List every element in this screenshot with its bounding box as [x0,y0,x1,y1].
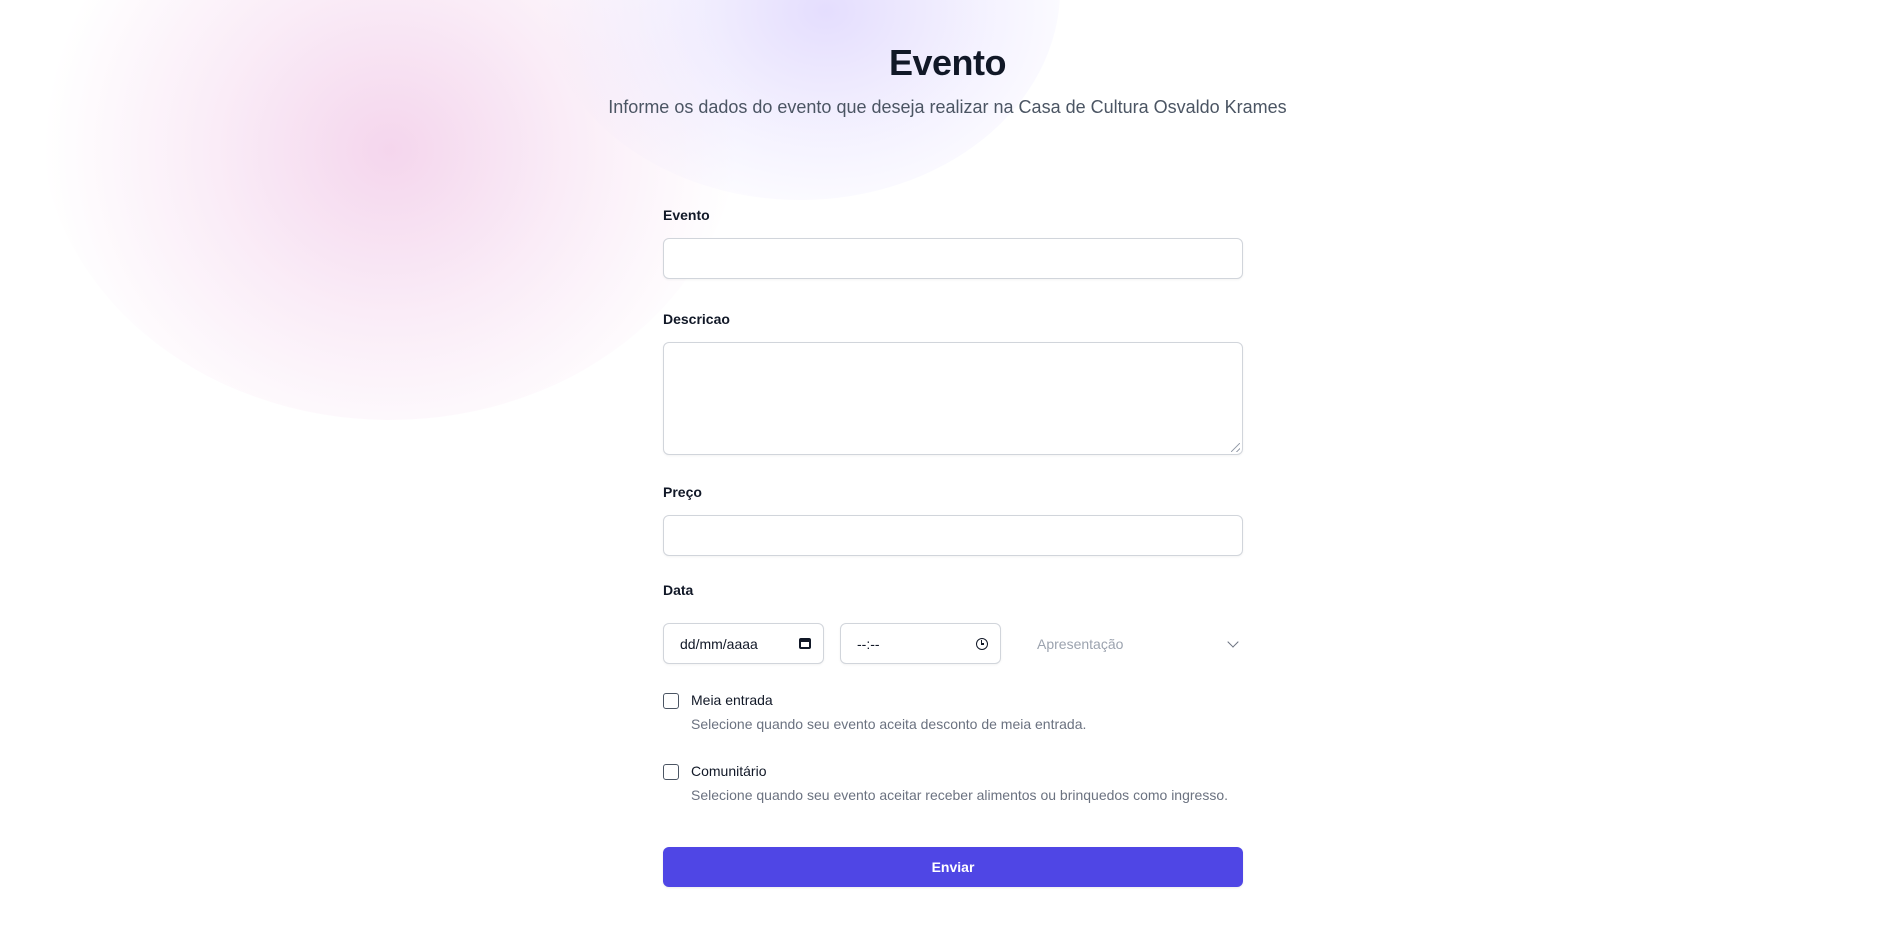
preco-input[interactable] [663,515,1243,556]
time-input[interactable]: --:-- [840,623,1001,664]
meia-entrada-label[interactable]: Meia entrada [691,690,1086,710]
page-header: Evento Informe os dados do evento que de… [0,38,1895,120]
event-form: Evento Descricao Preço Data dd/mm/aaaa -… [663,205,1243,887]
date-input[interactable]: dd/mm/aaaa [663,623,824,664]
descricao-textarea[interactable] [663,342,1243,455]
select-placeholder: Apresentação [1037,635,1124,652]
comunitario-option: Comunitário Selecione quando seu evento … [663,761,1243,805]
apresentacao-select[interactable]: Apresentação [1017,623,1243,664]
meia-entrada-text: Meia entrada Selecione quando seu evento… [691,690,1086,734]
data-row: dd/mm/aaaa --:-- Apresentação [663,623,1243,664]
page-subtitle: Informe os dados do evento que deseja re… [608,97,1287,117]
clock-icon[interactable] [976,637,988,650]
descricao-label: Descricao [663,311,730,327]
descricao-field: Descricao [663,309,1243,455]
meia-entrada-help: Selecione quando seu evento aceita desco… [691,716,1087,732]
preco-field: Preço [663,482,1243,556]
preco-label: Preço [663,484,702,500]
comunitario-checkbox[interactable] [663,764,679,780]
meia-entrada-checkbox[interactable] [663,693,679,709]
data-field: Data dd/mm/aaaa --:-- Apresentação [663,580,1243,664]
date-placeholder: dd/mm/aaaa [680,635,758,652]
time-placeholder: --:-- [857,635,880,652]
chevron-down-icon [1227,635,1239,648]
comunitario-text: Comunitário Selecione quando seu evento … [691,761,1228,805]
meia-entrada-option: Meia entrada Selecione quando seu evento… [663,690,1243,734]
comunitario-label[interactable]: Comunitário [691,761,1228,781]
event-form-page: Evento Informe os dados do evento que de… [0,0,1895,936]
submit-button[interactable]: Enviar [663,847,1243,887]
calendar-icon[interactable] [799,638,811,649]
resize-handle-icon[interactable] [1231,443,1240,452]
evento-label: Evento [663,207,710,223]
comunitario-help: Selecione quando seu evento aceitar rece… [691,787,1229,803]
page-title: Evento [888,42,1007,83]
evento-input[interactable] [663,238,1243,279]
evento-field: Evento [663,205,1243,279]
data-label: Data [663,582,694,598]
